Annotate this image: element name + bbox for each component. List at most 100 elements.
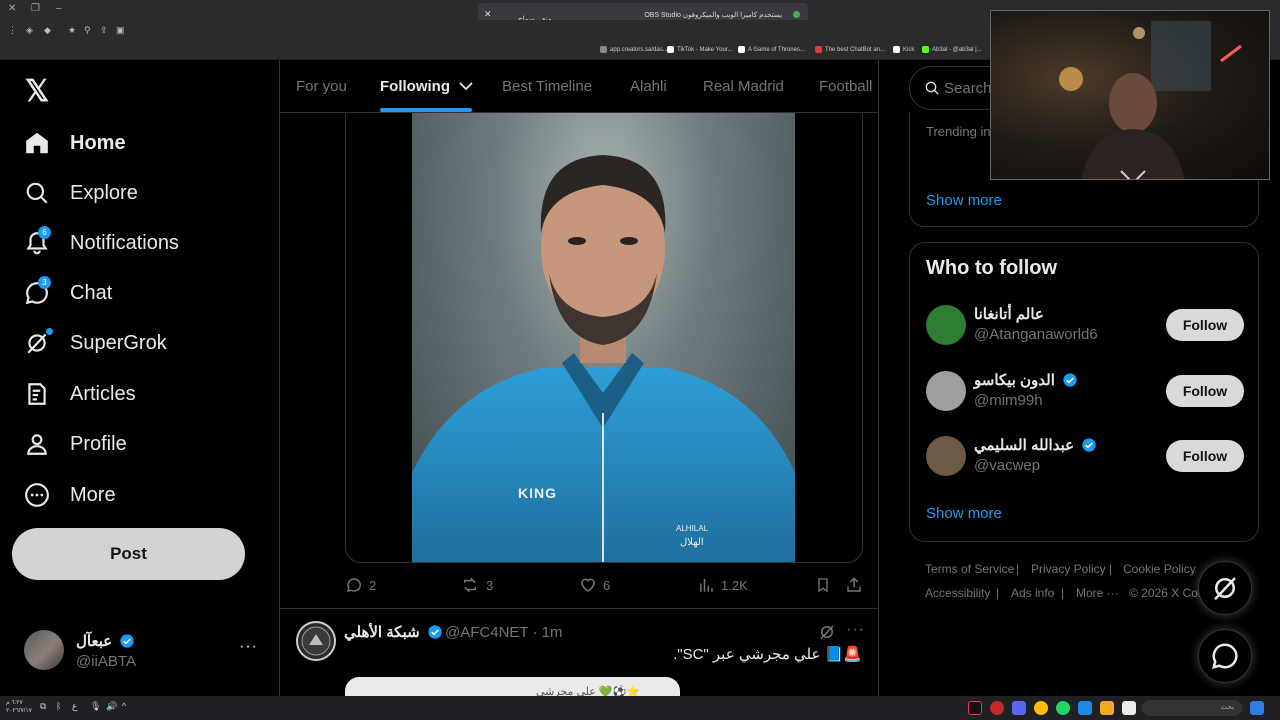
app-icon[interactable] — [990, 701, 1004, 715]
zoom-icon[interactable]: ⚲ — [84, 25, 91, 36]
avatar[interactable] — [926, 371, 966, 411]
suggestion-handle: @mim99h — [974, 392, 1043, 409]
tweet[interactable]: شبكة الأهلي @AFC4NET · 1m ··· 🚨📘 علي مجر… — [280, 608, 878, 696]
bookmark[interactable]: Kick — [893, 46, 914, 53]
extension-icon[interactable]: ◈ — [26, 25, 33, 36]
minimize-window-icon[interactable]: – — [56, 3, 62, 14]
share-icon[interactable]: ⇪ — [100, 25, 108, 36]
bookmark[interactable]: Ab3al - @ab3al |... — [922, 46, 982, 53]
search-icon — [24, 180, 50, 206]
cookie-link[interactable]: Cookie Policy — [1123, 562, 1196, 576]
avatar[interactable] — [926, 305, 966, 345]
star-icon[interactable]: ★ — [68, 25, 76, 36]
x-logo[interactable]: 𝕏 — [25, 74, 49, 109]
app-icon[interactable] — [1078, 701, 1092, 715]
more-options-icon[interactable]: ··· — [846, 621, 865, 639]
store-app-icon[interactable] — [1122, 701, 1136, 715]
more-options-icon[interactable]: ··· — [239, 638, 258, 656]
menu-icon[interactable]: ⋮ — [8, 25, 17, 36]
nav-supergrok[interactable]: SuperGrok — [24, 323, 167, 363]
bookmark[interactable]: TikTok - Make Your... — [667, 46, 732, 53]
tab-for-you[interactable]: For you — [296, 78, 347, 95]
nav-label: More — [70, 483, 116, 506]
follow-button[interactable]: Follow — [1166, 309, 1244, 341]
whatsapp-app-icon[interactable] — [1056, 701, 1070, 715]
nav-more[interactable]: More — [24, 475, 116, 515]
nav-articles[interactable]: Articles — [24, 374, 136, 414]
mic-icon[interactable]: 🎙 — [90, 701, 101, 712]
extension-icon[interactable]: ◆ — [44, 25, 51, 36]
like-button[interactable]: 6 — [579, 576, 610, 594]
tweet-media[interactable]: KING ALHILAL الهلال — [345, 113, 863, 563]
views-button[interactable]: 1.2K — [697, 576, 748, 594]
verified-badge-icon — [428, 625, 442, 639]
close-icon[interactable]: ✕ — [484, 9, 492, 20]
quote-card-text: علي مجرشي 💚⚽⭐ — [535, 686, 640, 696]
avatar[interactable] — [926, 436, 966, 476]
reply-button[interactable]: 2 — [345, 576, 376, 594]
avatar[interactable] — [296, 621, 336, 661]
restore-window-icon[interactable]: ❐ — [31, 3, 40, 14]
show-more-link[interactable]: Show more — [926, 505, 1002, 522]
start-menu-icon[interactable] — [1250, 701, 1264, 715]
tab-icon[interactable]: ▣ — [116, 25, 125, 36]
messages-floating-button[interactable] — [1198, 629, 1252, 683]
obs-notification-text: OBS Studio يستخدم كاميرا الويب والميكروف… — [644, 12, 782, 19]
follow-button[interactable]: Follow — [1166, 375, 1244, 407]
heart-icon — [581, 578, 595, 592]
repost-button[interactable]: 3 — [460, 576, 493, 594]
follow-button[interactable]: Follow — [1166, 440, 1244, 472]
nav-label: Profile — [70, 432, 127, 455]
player-photo[interactable]: KING ALHILAL الهلال — [412, 113, 795, 562]
folder-app-icon[interactable] — [1100, 701, 1114, 715]
terms-link[interactable]: Terms of Service — [925, 562, 1014, 576]
footer-more-link[interactable]: More ··· — [1076, 586, 1119, 600]
nav-home[interactable]: Home — [24, 123, 126, 163]
notification-icon[interactable]: ⧉ — [40, 701, 46, 712]
follow-suggestion[interactable]: الدون بيكاسو @mim99h Follow — [926, 369, 1244, 417]
bookmark[interactable]: app.creators.sa/das... — [600, 46, 668, 53]
bookmark[interactable]: The best ChatBot an... — [815, 46, 885, 53]
bookmark-button[interactable] — [815, 576, 837, 594]
volume-icon[interactable]: 🔊 — [106, 701, 117, 712]
tweet-author-name[interactable]: شبكة الأهلي — [344, 623, 443, 641]
tab-football[interactable]: Football — [819, 78, 872, 95]
trending-label: Trending in — [926, 124, 991, 139]
follow-suggestion[interactable]: عبدالله السليمي @vacwep Follow — [926, 434, 1244, 482]
bookmark[interactable]: A Game of Thrones... — [738, 46, 805, 53]
tab-alahli[interactable]: Alahli — [630, 78, 667, 95]
grok-floating-button[interactable] — [1198, 561, 1252, 615]
new-dot-icon — [46, 328, 53, 335]
tab-real-madrid[interactable]: Real Madrid — [703, 78, 784, 95]
discord-app-icon[interactable] — [1012, 701, 1026, 715]
close-window-icon[interactable]: ✕ — [8, 3, 16, 14]
tweet-author-handle[interactable]: @AFC4NET · 1m — [445, 624, 562, 641]
post-button[interactable]: Post — [12, 528, 245, 580]
share-button[interactable] — [845, 576, 869, 594]
chrome-app-icon[interactable] — [1034, 701, 1048, 715]
follow-suggestion[interactable]: عالم أتانغانا @Atanganaworld6 Follow — [926, 303, 1244, 351]
tiktok-app-icon[interactable] — [968, 701, 982, 715]
accessibility-link[interactable]: Accessibility — [925, 586, 990, 600]
os-taskbar: ٦:٢٧ م ٢٠٢٦/٧/١٧ ⧉ ᛒ ع 🎙 🔊 ^ بحث — [0, 696, 1280, 720]
chevron-up-icon[interactable]: ^ — [122, 701, 126, 711]
tweet-quote-card[interactable]: علي مجرشي 💚⚽⭐ — [345, 677, 680, 696]
taskbar-search[interactable]: بحث — [1142, 700, 1242, 716]
tab-best-timeline[interactable]: Best Timeline — [502, 78, 592, 95]
bluetooth-icon[interactable]: ᛒ — [56, 701, 61, 711]
account-switcher[interactable]: عبعآل @iiABTA ··· — [24, 630, 264, 674]
nav-chat[interactable]: 3 Chat — [24, 273, 112, 313]
chat-icon — [1211, 643, 1238, 670]
clock[interactable]: ٦:٢٧ م ٢٠٢٦/٧/١٧ — [6, 699, 32, 715]
nav-notifications[interactable]: 6 Notifications — [24, 223, 179, 263]
grok-icon[interactable] — [818, 623, 836, 641]
language-icon[interactable]: ع — [72, 701, 77, 712]
ads-info-link[interactable]: Ads info — [1011, 586, 1054, 600]
nav-profile[interactable]: Profile — [24, 424, 127, 464]
nav-explore[interactable]: Explore — [24, 173, 138, 213]
grok-icon — [24, 328, 53, 356]
show-more-link[interactable]: Show more — [926, 192, 1002, 209]
verified-badge-icon — [1082, 438, 1096, 452]
privacy-link[interactable]: Privacy Policy — [1031, 562, 1106, 576]
tab-following[interactable]: Following — [380, 78, 474, 95]
